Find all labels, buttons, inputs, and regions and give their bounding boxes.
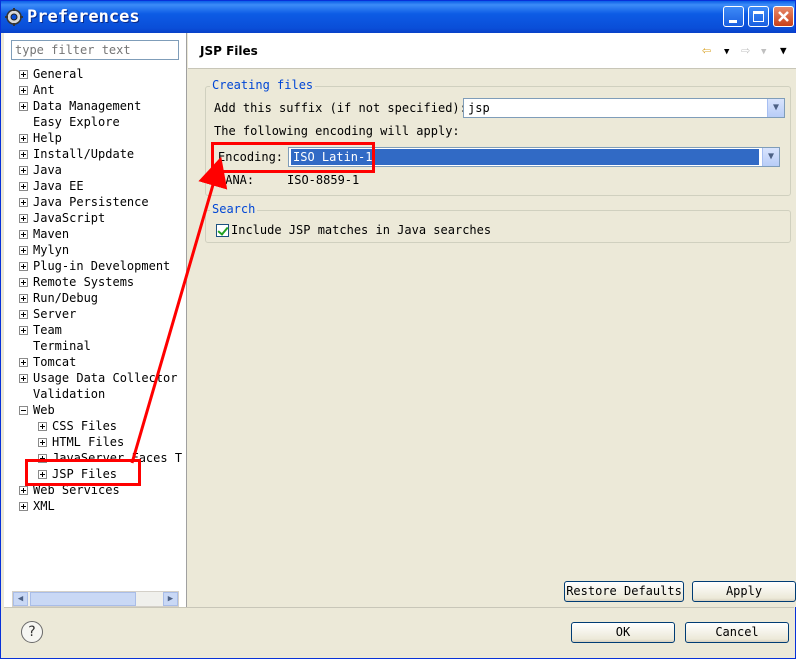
- annotation-arrow: [130, 156, 228, 464]
- preferences-window: Preferences GeneralAntData ManagementEas…: [0, 0, 796, 659]
